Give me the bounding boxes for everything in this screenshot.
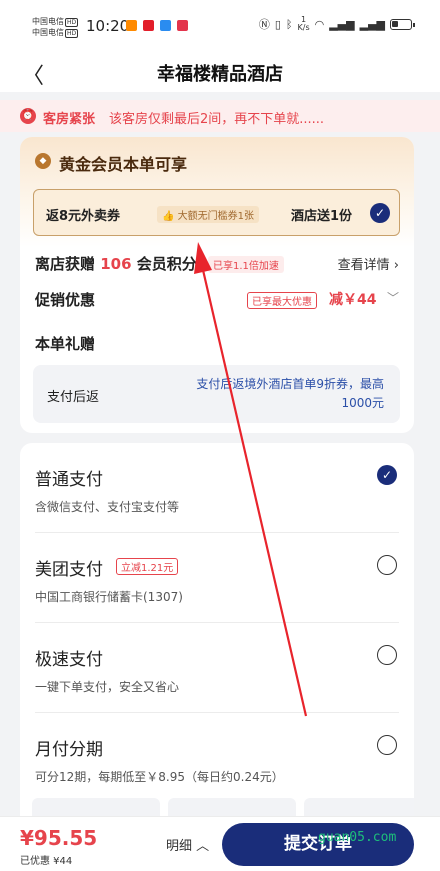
max-discount-badge: 已享最大优惠	[247, 292, 317, 309]
system-icons: Ⓝ ▯ ᛒ 1 K/s ◠ ▂▄▆ ▂▄▆	[258, 15, 415, 32]
radio-button[interactable]	[377, 555, 397, 575]
nfc-icon: Ⓝ	[258, 18, 270, 31]
thumbs-up-icon: 👍	[162, 211, 175, 222]
member-header: ◆ 黄金会员本单可享 返8元外卖券 👍 大额无门槛券1张 酒店送1份 ✓	[20, 137, 414, 247]
promotion-amount: 减￥44	[329, 292, 377, 308]
bluetooth-icon: ᛒ	[285, 17, 293, 31]
battery-icon	[390, 18, 415, 30]
payment-desc: 一键下单支付，安全又省心	[35, 680, 180, 694]
points-boost-badge: 已享1.1倍加速	[208, 256, 284, 273]
status-bar: 中国电信 HD 中国电信 HD 10:20 Ⓝ ▯ ᛒ 1 K/s ◠ ▂▄▆ ▂▄▆	[0, 0, 440, 50]
gift-box-text: 支付后返境外酒店首单9折券，最高1000元	[196, 377, 384, 410]
carrier-2: 中国电信	[32, 28, 64, 37]
app-notification-icon	[143, 20, 154, 31]
saved-amount: 已优惠 ¥44	[20, 856, 73, 867]
member-title: 黄金会员本单可享	[59, 155, 188, 174]
scarcity-alert: ⏰ 客房紧张 该客房仅剩最后2间，再不下单就......	[0, 100, 440, 132]
payment-desc: 含微信支付、支付宝支付等	[35, 500, 180, 514]
app-notification-icon	[126, 20, 137, 31]
alert-label: 客房紧张	[43, 112, 96, 127]
payment-name: 普通支付	[35, 470, 103, 490]
benefits-card: ◆ 黄金会员本单可享 返8元外卖券 👍 大额无门槛券1张 酒店送1份 ✓ 离店获…	[20, 137, 414, 433]
app-notification-icon	[160, 20, 171, 31]
checkmark-icon[interactable]: ✓	[370, 203, 390, 223]
wifi-icon: ◠	[314, 17, 325, 31]
signal-icon: ▂▄▆	[329, 17, 355, 31]
diamond-icon: ◆	[35, 153, 51, 169]
payment-name: 月付分期	[35, 740, 103, 760]
radio-button[interactable]	[377, 735, 397, 755]
hd-badge: HD	[65, 18, 79, 27]
page-title: 幸福楼精品酒店	[157, 64, 283, 85]
points-label: 离店获赠 106 会员积分	[35, 255, 197, 273]
carrier-info: 中国电信 HD 中国电信 HD	[32, 16, 79, 38]
payment-name: 极速支付	[35, 650, 103, 670]
radio-button[interactable]	[377, 645, 397, 665]
payment-option-meituan[interactable]: 美团支付 立减1.21元 中国工商银行储蓄卡(1307)	[35, 533, 399, 623]
payment-option-installment[interactable]: 月付分期 可分12期，每期低至￥8.95（每日约0.24元）	[35, 713, 399, 803]
payment-methods-card: 普通支付 含微信支付、支付宝支付等 ✓ 美团支付 立减1.21元 中国工商银行储…	[20, 443, 414, 843]
price-details-button[interactable]: 明细 ︿	[166, 835, 209, 854]
vibrate-icon: ▯	[274, 17, 281, 31]
discount-tag: 立减1.21元	[116, 558, 179, 575]
gift-box-label: 支付后返	[47, 390, 100, 405]
checkmark-icon[interactable]: ✓	[377, 465, 397, 485]
payment-desc: 可分12期，每期低至￥8.95（每日约0.24元）	[35, 770, 284, 784]
total-price: ¥95.55	[20, 826, 98, 850]
payment-option-express[interactable]: 极速支付 一键下单支付，安全又省心	[35, 623, 399, 713]
watermark: guan05.com	[318, 830, 397, 845]
promotion-row[interactable]: 促销优惠 已享最大优惠 减￥44 ﹀	[35, 289, 399, 310]
net-speed: 1 K/s	[297, 15, 310, 32]
carrier-1: 中国电信	[32, 17, 64, 26]
chevron-down-icon[interactable]: ﹀	[387, 289, 399, 306]
view-details-link[interactable]: 查看详情 ›	[338, 254, 399, 273]
app-notification-icon	[177, 20, 188, 31]
gift-row: 本单礼赠	[35, 333, 399, 354]
member-benefit-option[interactable]: 返8元外卖券 👍 大额无门槛券1张 酒店送1份 ✓	[33, 189, 400, 236]
promotion-label: 促销优惠	[35, 291, 96, 309]
signal-icon: ▂▄▆	[359, 17, 385, 31]
gift-box: 支付后返 支付后返境外酒店首单9折券，最高1000元	[33, 365, 400, 423]
payment-name: 美团支付	[35, 560, 103, 580]
points-row: 离店获赠 106 会员积分 已享1.1倍加速 查看详情 ›	[35, 253, 399, 274]
coupon-badge: 👍 大额无门槛券1张	[157, 206, 260, 223]
gift-label: 本单礼赠	[35, 335, 96, 353]
coupon-label: 返8元外卖券	[46, 209, 121, 224]
alert-text: 该客房仅剩最后2间，再不下单就......	[109, 112, 325, 127]
battery-level	[392, 20, 398, 27]
notification-icons	[126, 20, 188, 31]
clock: 10:20	[86, 17, 130, 35]
hd-badge: HD	[65, 29, 79, 38]
alarm-icon: ⏰	[20, 108, 36, 124]
hotel-gift-label: 酒店送1份	[291, 209, 353, 224]
navigation-bar: 〈 幸福楼精品酒店	[0, 50, 440, 92]
payment-desc: 中国工商银行储蓄卡(1307)	[35, 590, 183, 604]
payment-option-normal[interactable]: 普通支付 含微信支付、支付宝支付等 ✓	[35, 443, 399, 533]
